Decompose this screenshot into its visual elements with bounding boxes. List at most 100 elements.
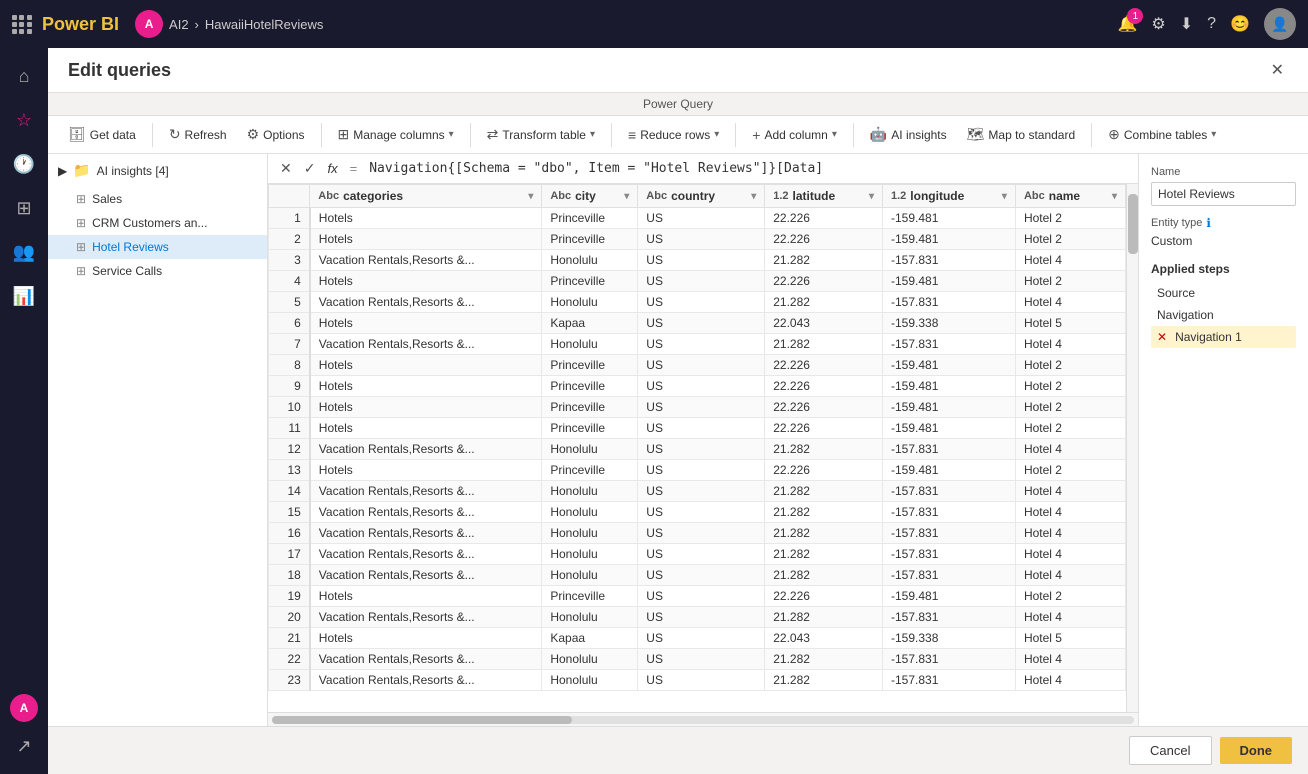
reduce-rows-button[interactable]: ≡ Reduce rows ▾	[620, 123, 727, 147]
row-number: 10	[269, 397, 310, 418]
row-number: 2	[269, 229, 310, 250]
row-number: 9	[269, 376, 310, 397]
combine-tables-button[interactable]: ⊕ Combine tables ▾	[1100, 122, 1224, 147]
filter-btn-city[interactable]: ▾	[624, 191, 629, 202]
separator-5	[735, 123, 736, 147]
folder-icon: 📁	[73, 162, 90, 179]
query-item-hotel-reviews[interactable]: ⊞ Hotel Reviews	[48, 235, 267, 259]
query-group-header[interactable]: ▶ 📁 AI insights [4]	[48, 154, 267, 187]
query-item-service-calls[interactable]: ⊞ Service Calls	[48, 259, 267, 283]
table-cell: 21.282	[765, 250, 883, 271]
footer: Cancel Done	[48, 726, 1308, 774]
table-cell: US	[638, 481, 765, 502]
user-avatar[interactable]: 👤	[1264, 8, 1296, 40]
close-dialog-button[interactable]: ✕	[1267, 58, 1288, 82]
table-cell: Honolulu	[542, 481, 638, 502]
table-cell: Hotels	[310, 628, 542, 649]
query-label-hotel: Hotel Reviews	[92, 240, 169, 254]
map-to-standard-button[interactable]: 🗺 Map to standard	[959, 122, 1084, 147]
table-cell: Honolulu	[542, 649, 638, 670]
sidebar-item-user[interactable]: A	[10, 694, 38, 722]
table-row: 4HotelsPrincevilleUS22.226-159.481Hotel …	[269, 271, 1126, 292]
filter-btn-name[interactable]: ▾	[1112, 191, 1117, 202]
table-cell: Vacation Rentals,Resorts &...	[310, 250, 542, 271]
table-cell: Vacation Rentals,Resorts &...	[310, 607, 542, 628]
horizontal-scrollbar[interactable]	[268, 712, 1138, 726]
formula-expression[interactable]: Navigation{[Schema = "dbo", Item = "Hote…	[369, 161, 823, 176]
table-cell: 21.282	[765, 670, 883, 691]
table-cell: US	[638, 418, 765, 439]
table-cell: 21.282	[765, 439, 883, 460]
feedback-button[interactable]: 😊	[1230, 14, 1250, 34]
add-col-caret: ▾	[832, 129, 837, 140]
row-number: 13	[269, 460, 310, 481]
table-cell: Vacation Rentals,Resorts &...	[310, 565, 542, 586]
sidebar-bottom: A ↗	[0, 694, 48, 774]
table-row: 18Vacation Rentals,Resorts &...HonoluluU…	[269, 565, 1126, 586]
add-column-button[interactable]: + Add column ▾	[744, 123, 845, 147]
step-navigation[interactable]: Navigation ⚙	[1151, 304, 1296, 326]
entity-type-label: Entity type	[1151, 217, 1202, 229]
sidebar-item-shared[interactable]: 👥	[4, 232, 44, 272]
query-item-sales[interactable]: ⊞ Sales	[48, 187, 267, 211]
type-icon-country: Abc	[646, 190, 667, 202]
separator-6	[853, 123, 854, 147]
table-cell: Honolulu	[542, 607, 638, 628]
sidebar-item-apps[interactable]: ⊞	[4, 188, 44, 228]
center-panel: ✕ ✓ fx = Navigation{[Schema = "dbo", Ite…	[268, 154, 1138, 726]
step-navigation-1[interactable]: ✕ Navigation 1 ⚙	[1151, 326, 1296, 348]
transform-table-button[interactable]: ⇄ Transform table ▾	[479, 122, 603, 147]
table-cell: Honolulu	[542, 670, 638, 691]
settings-button[interactable]: ⚙	[1151, 14, 1165, 34]
done-button[interactable]: Done	[1220, 737, 1293, 764]
table-cell: Princeville	[542, 586, 638, 607]
download-button[interactable]: ⬇	[1180, 14, 1193, 34]
table-cell: -157.831	[883, 565, 1016, 586]
table-cell: Hotel 2	[1015, 376, 1125, 397]
query-item-crm[interactable]: ⊞ CRM Customers an...	[48, 211, 267, 235]
table-cell: Hotel 2	[1015, 418, 1125, 439]
help-button[interactable]: ?	[1207, 15, 1216, 33]
separator-2	[321, 123, 322, 147]
table-cell: Vacation Rentals,Resorts &...	[310, 439, 542, 460]
transform-caret: ▾	[590, 129, 595, 140]
sidebar-item-home[interactable]: ⌂	[4, 56, 44, 96]
filter-btn-country[interactable]: ▾	[751, 191, 756, 202]
table-row: 2HotelsPrincevilleUS22.226-159.481Hotel …	[269, 229, 1126, 250]
separator-1	[152, 123, 153, 147]
ai-insights-button[interactable]: 🤖 AI insights	[862, 122, 955, 147]
sidebar-item-metrics[interactable]: 📊	[4, 276, 44, 316]
grid-icon[interactable]	[12, 15, 32, 34]
cancel-button[interactable]: Cancel	[1129, 736, 1211, 765]
table-cell: Hotel 4	[1015, 439, 1125, 460]
options-button[interactable]: ⚙ Options	[239, 122, 313, 147]
refresh-button[interactable]: ↻ Refresh	[161, 122, 235, 147]
table-cell: 22.226	[765, 397, 883, 418]
table-cell: Hotel 4	[1015, 544, 1125, 565]
table-cell: 22.226	[765, 376, 883, 397]
table-cell: -159.481	[883, 376, 1016, 397]
sidebar-item-recent[interactable]: 🕐	[4, 144, 44, 184]
sidebar-item-favorites[interactable]: ☆	[4, 100, 44, 140]
info-icon: ℹ	[1206, 216, 1211, 230]
options-icon: ⚙	[247, 126, 260, 143]
manage-columns-button[interactable]: ⊞ Manage columns ▾	[330, 122, 462, 147]
notifications-button[interactable]: 🔔 1	[1118, 14, 1138, 34]
step-source[interactable]: Source ⚙	[1151, 282, 1296, 304]
vertical-scrollbar[interactable]	[1126, 184, 1138, 712]
table-cell: Hotel 4	[1015, 607, 1125, 628]
formula-cancel-button[interactable]: ✕	[276, 158, 296, 179]
table-cell: Hotels	[310, 313, 542, 334]
filter-btn-latitude[interactable]: ▾	[869, 191, 874, 202]
filter-btn-categories[interactable]: ▾	[528, 191, 533, 202]
table-cell: Hotel 2	[1015, 586, 1125, 607]
table-cell: 21.282	[765, 607, 883, 628]
name-input[interactable]	[1151, 182, 1296, 206]
filter-btn-longitude[interactable]: ▾	[1002, 191, 1007, 202]
get-data-button[interactable]: 🗄 Get data	[60, 122, 144, 147]
step-delete-icon[interactable]: ✕	[1157, 330, 1167, 344]
formula-bar: ✕ ✓ fx = Navigation{[Schema = "dbo", Ite…	[268, 154, 1138, 184]
formula-confirm-button[interactable]: ✓	[300, 158, 320, 179]
sidebar-item-external[interactable]: ↗	[4, 726, 44, 766]
row-number: 8	[269, 355, 310, 376]
